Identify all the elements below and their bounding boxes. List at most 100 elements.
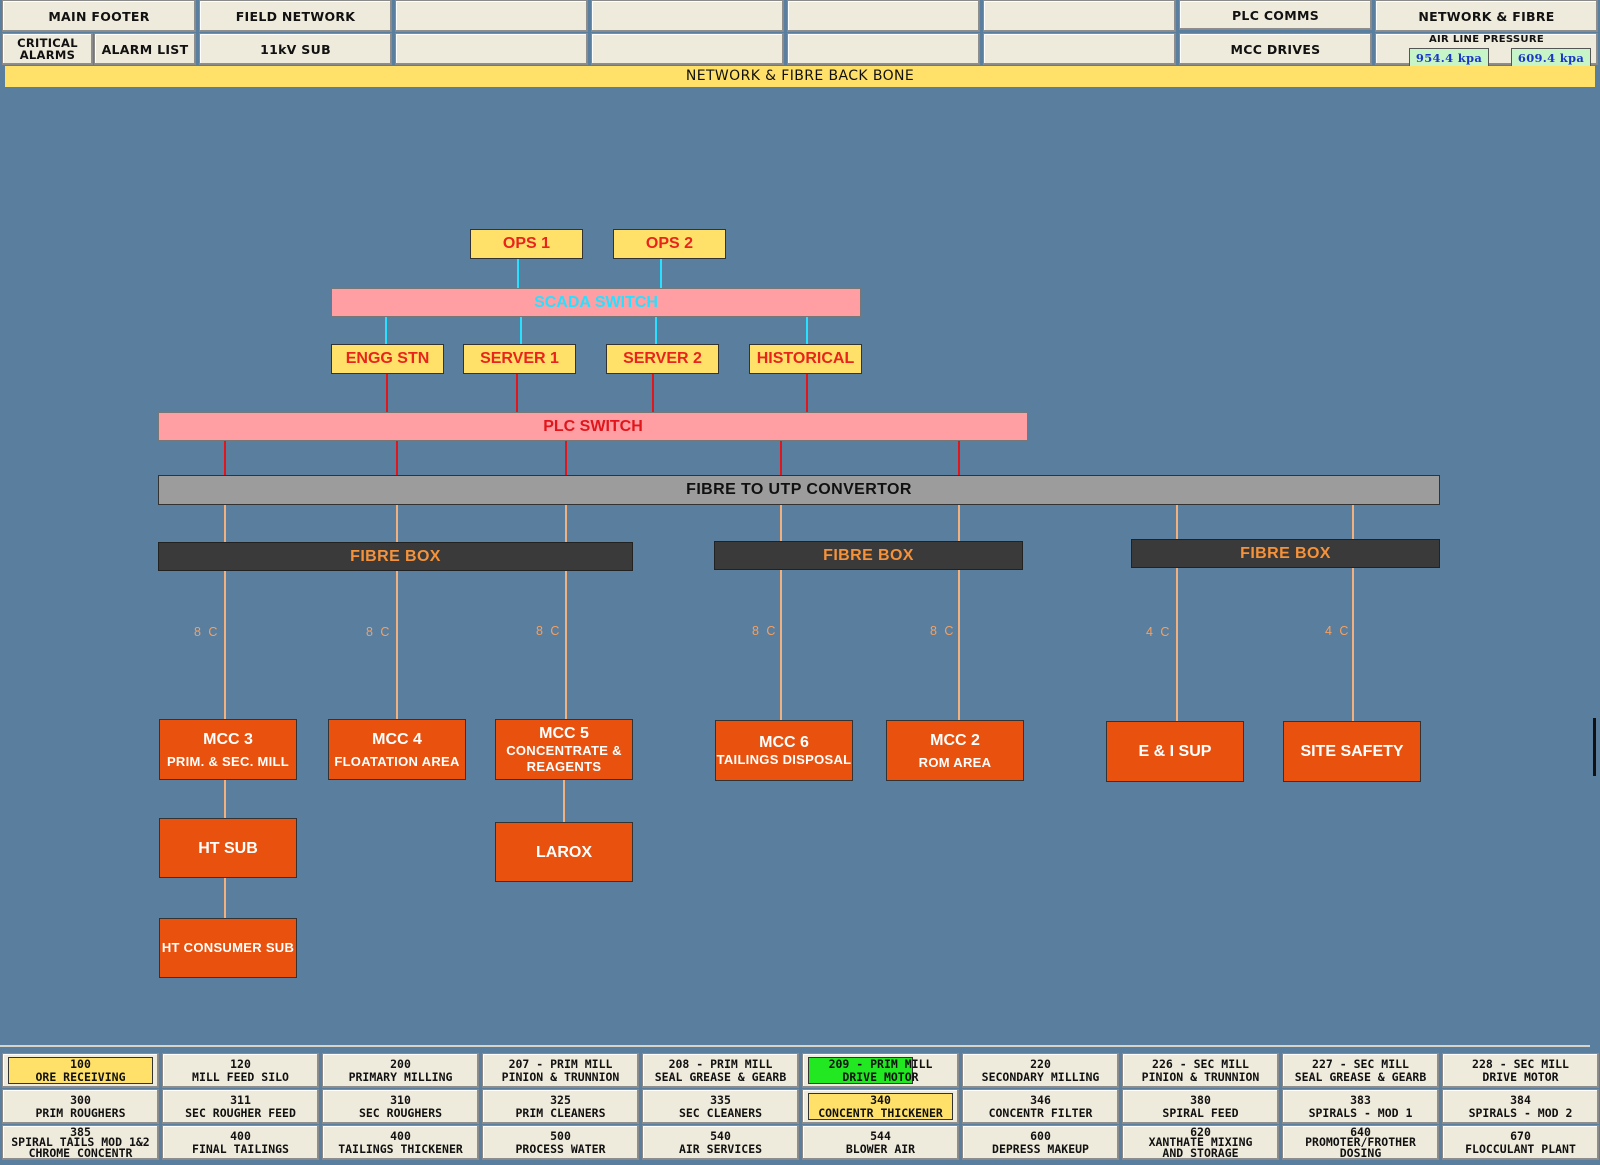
plc-comms-button[interactable]: PLC COMMS [1179,0,1372,30]
network-fibre-button[interactable]: NETWORK & FIBRE [1375,0,1598,32]
area-button[interactable]: 207 - PRIM MILL PINION & TRUNNION [482,1053,639,1088]
fibre-to-utp-convertor[interactable]: FIBRE TO UTP CONVERTOR [158,475,1440,505]
mcc3-node[interactable]: MCC 3 PRIM. & SEC. MILL [159,719,297,780]
area-button[interactable]: 208 - PRIM MILL SEAL GREASE & GEARB [642,1053,799,1088]
cable-label: 8 C [194,625,220,639]
mcc-drives-button[interactable]: MCC DRIVES [1179,33,1372,65]
11kv-sub-button[interactable]: 11kV SUB [199,33,392,65]
area-button[interactable]: 385 SPIRAL TAILS MOD 1&2 CHROME CONCENTR [2,1125,159,1160]
area-button-label: 120 [230,1057,251,1071]
scada-switch[interactable]: SCADA SWITCH [331,288,861,317]
area-button-label: 380 [1190,1093,1211,1107]
nav-blank-button[interactable] [591,33,784,65]
area-button[interactable]: 500 PROCESS WATER [482,1125,639,1160]
alarm-list-button[interactable]: ALARM LIST [94,33,196,65]
area-button-label: 600 [1030,1129,1051,1143]
fibre-box-1[interactable]: FIBRE BOX [158,542,633,571]
ht-sub-node[interactable]: HT SUB [159,818,297,878]
area-button[interactable]: 400 TAILINGS THICKENER [322,1125,479,1160]
area-button-label: TAILINGS THICKENER [338,1141,463,1156]
site-safety-node[interactable]: SITE SAFETY [1283,721,1421,782]
area-button-label: SPIRALS - MOD 1 [1308,1105,1413,1120]
area-button-label: 325 [550,1093,571,1107]
nav-blank-button[interactable] [983,33,1176,65]
nav-blank-button[interactable] [395,0,588,32]
server1-station[interactable]: SERVER 1 [463,344,576,374]
area-button[interactable]: 384 SPIRALS - MOD 2 [1442,1089,1599,1124]
bottom-area-nav: 100 ORE RECEIVING 120 MILL FEED SILO 200 PRIM… [0,1038,1600,1165]
area-button[interactable]: 325 PRIM CLEANERS [482,1089,639,1124]
area-button[interactable]: 670 FLOCCULANT PLANT [1442,1125,1599,1160]
field-network-button[interactable]: FIELD NETWORK [199,0,392,32]
historical-station[interactable]: HISTORICAL [749,344,862,374]
area-button[interactable]: 540 AIR SERVICES [642,1125,799,1160]
area-button[interactable]: 544 BLOWER AIR [802,1125,959,1160]
nav-blank-button[interactable] [787,33,980,65]
area-button[interactable]: 400 FINAL TAILINGS [162,1125,319,1160]
ei-sup-node[interactable]: E & I SUP [1106,721,1244,782]
area-button[interactable]: 120 MILL FEED SILO [162,1053,319,1088]
server2-station[interactable]: SERVER 2 [606,344,719,374]
area-button-label: BLOWER AIR [845,1141,916,1156]
area-button-label: 226 - SEC MILL [1152,1057,1249,1071]
fibre-box-3[interactable]: FIBRE BOX [1131,539,1440,568]
area-button-label: 335 [710,1093,731,1107]
mcc4-node[interactable]: MCC 4 FLOATATION AREA [328,719,466,780]
area-button[interactable]: 226 - SEC MILL PINION & TRUNNION [1122,1053,1279,1088]
plc-switch[interactable]: PLC SWITCH [158,412,1028,441]
area-button-label: CONCENTR THICKENER [818,1105,943,1120]
engg-stn-station[interactable]: ENGG STN [331,344,444,374]
area-button[interactable]: 209 - PRIM MILL DRIVE MOTOR [802,1053,959,1088]
area-button[interactable]: 640 PROMOTER/FROTHER DOSING [1282,1125,1439,1160]
area-button-label: AND STORAGE [1162,1145,1239,1160]
area-button-label: FINAL TAILINGS [192,1141,289,1156]
area-button-label: DRIVE MOTOR [1482,1069,1559,1084]
area-button[interactable]: 100 ORE RECEIVING [2,1053,159,1088]
area-button-label: SEAL GREASE & GEARB [1294,1069,1427,1084]
area-button[interactable]: 228 - SEC MILL DRIVE MOTOR [1442,1053,1599,1088]
ht-consumer-sub-node[interactable]: HT CONSUMER SUB [159,918,297,978]
area-button-label: SPIRAL FEED [1162,1105,1239,1120]
area-button-label: PINION & TRUNNION [501,1069,620,1084]
ops2-station[interactable]: OPS 2 [613,229,726,259]
mcc6-node[interactable]: MCC 6 TAILINGS DISPOSAL [715,720,853,781]
nav-blank-button[interactable] [787,0,980,32]
area-button[interactable]: 220 SECONDARY MILLING [962,1053,1119,1088]
area-button[interactable]: 300 PRIM ROUGHERS [2,1089,159,1124]
nav-blank-button[interactable] [983,0,1176,32]
area-button[interactable]: 383 SPIRALS - MOD 1 [1282,1089,1439,1124]
fibre-box-2[interactable]: FIBRE BOX [714,541,1023,570]
area-button-label: 346 [1030,1093,1051,1107]
area-button[interactable]: 200 PRIMARY MILLING [322,1053,479,1088]
area-button-label: 227 - SEC MILL [1312,1057,1409,1071]
area-button[interactable]: 310 SEC ROUGHERS [322,1089,479,1124]
area-button-label: SEC ROUGHERS [358,1105,443,1120]
mcc5-node[interactable]: MCC 5 CONCENTRATE & REAGENTS [495,719,633,780]
nav-blank-button[interactable] [395,33,588,65]
area-button-label: 400 [390,1129,411,1143]
mcc2-node[interactable]: MCC 2 ROM AREA [886,720,1024,781]
area-button[interactable]: 335 SEC CLEANERS [642,1089,799,1124]
larox-node[interactable]: LAROX [495,822,633,882]
scroll-indicator[interactable] [1593,718,1596,776]
area-button-label: 228 - SEC MILL [1472,1057,1569,1071]
critical-alarms-button[interactable]: CRITICAL ALARMS [2,33,93,65]
area-button[interactable]: 340 CONCENTR THICKENER [802,1089,959,1124]
network-connection-lines [224,258,1354,918]
area-button-label: SECONDARY MILLING [981,1069,1100,1084]
area-button-label: 200 [390,1057,411,1071]
cable-label: 8 C [536,624,562,638]
area-button-label: 340 [870,1093,891,1107]
area-button-label: SEC CLEANERS [678,1105,763,1120]
ops1-station[interactable]: OPS 1 [470,229,583,259]
area-button[interactable]: 346 CONCENTR FILTER [962,1089,1119,1124]
area-button[interactable]: 227 - SEC MILL SEAL GREASE & GEARB [1282,1053,1439,1088]
area-button[interactable]: 380 SPIRAL FEED [1122,1089,1279,1124]
area-button-label: 384 [1510,1093,1531,1107]
nav-blank-button[interactable] [591,0,784,32]
area-button[interactable]: 311 SEC ROUGHER FEED [162,1089,319,1124]
area-button-label: FLOCCULANT PLANT [1465,1141,1576,1156]
main-footer-button[interactable]: MAIN FOOTER [2,0,196,32]
area-button[interactable]: 600 DEPRESS MAKEUP [962,1125,1119,1160]
area-button[interactable]: 620 XANTHATE MIXING AND STORAGE [1122,1125,1279,1160]
